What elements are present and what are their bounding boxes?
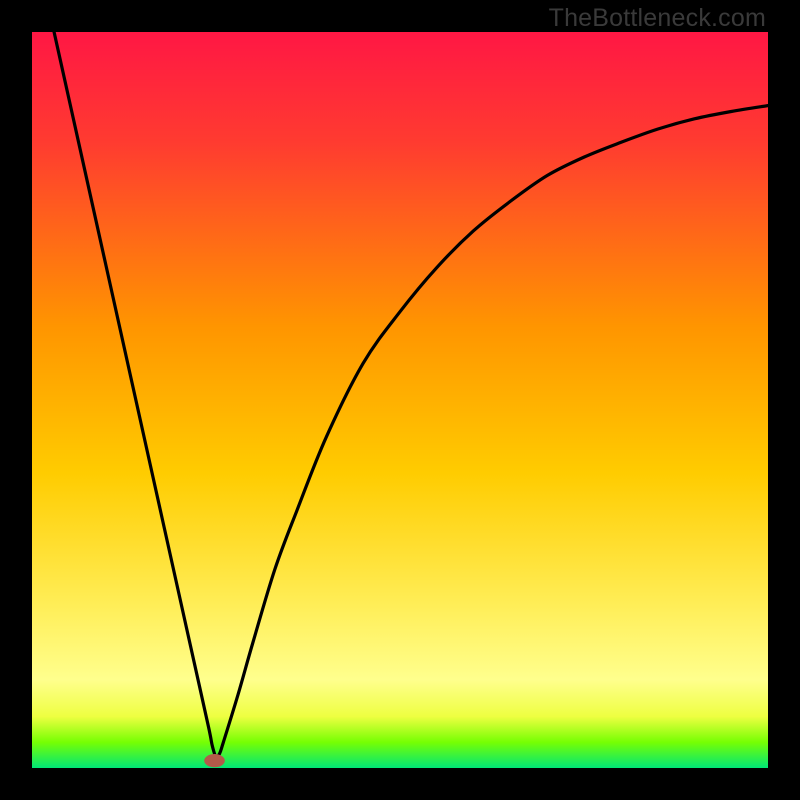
chart-background <box>32 32 768 768</box>
minimum-marker <box>204 754 225 767</box>
bottleneck-chart <box>32 32 768 768</box>
watermark-text: TheBottleneck.com <box>549 4 766 33</box>
chart-frame <box>32 32 768 768</box>
